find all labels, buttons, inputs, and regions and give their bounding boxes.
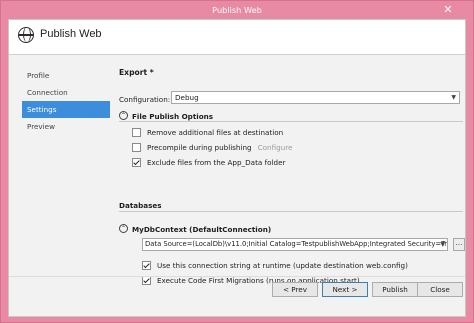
footer-divider bbox=[9, 276, 465, 277]
section-title: Export * bbox=[119, 68, 154, 77]
remove-files-label: Remove additional files at destination bbox=[147, 128, 284, 137]
close-button[interactable]: Close bbox=[417, 282, 463, 297]
file-publish-options-title: File Publish Options bbox=[132, 112, 214, 121]
db-context-title: MyDbContext (DefaultConnection) bbox=[132, 225, 272, 234]
configure-link[interactable]: Configure bbox=[258, 143, 293, 152]
prev-button[interactable]: < Prev bbox=[272, 282, 318, 297]
configuration-value: Debug bbox=[175, 93, 199, 102]
dialog-title: Publish Web bbox=[40, 28, 102, 40]
publish-web-window: Publish Web ✕ Publish Web Profile Connec… bbox=[0, 0, 474, 323]
use-connection-string-label: Use this connection string at runtime (u… bbox=[157, 261, 408, 270]
collapse-file-options-icon[interactable]: ⌃ bbox=[119, 111, 128, 120]
nav-item-connection[interactable]: Connection bbox=[22, 84, 110, 101]
exclude-app-data-checkbox[interactable] bbox=[132, 158, 141, 167]
precompile-checkbox[interactable] bbox=[132, 143, 141, 152]
connection-string-input[interactable]: Data Source=(LocalDb)\v11.0;Initial Cata… bbox=[142, 238, 448, 251]
publish-button[interactable]: Publish bbox=[372, 282, 418, 297]
close-icon: ✕ bbox=[443, 3, 453, 16]
option-row: Exclude files from the App_Data folder bbox=[132, 158, 285, 167]
window-close-button[interactable]: ✕ bbox=[431, 1, 465, 18]
option-row: Remove additional files at destination bbox=[132, 128, 283, 137]
databases-title: Databases bbox=[119, 201, 162, 210]
nav-item-profile[interactable]: Profile bbox=[22, 67, 110, 84]
option-row: Precompile during publishing Configure bbox=[132, 143, 292, 152]
configuration-select[interactable]: Debug ▼ bbox=[171, 91, 460, 104]
title-bar: Publish Web ✕ bbox=[1, 1, 473, 19]
wizard-nav: Profile Connection Settings Preview bbox=[22, 67, 110, 135]
browse-connection-button[interactable]: ... bbox=[453, 238, 465, 251]
code-first-migrations-checkbox[interactable] bbox=[142, 276, 151, 285]
nav-item-preview[interactable]: Preview bbox=[22, 118, 110, 135]
window-title: Publish Web bbox=[212, 5, 262, 15]
chevron-down-icon: ▼ bbox=[451, 94, 456, 101]
chevron-down-icon: ▼ bbox=[440, 241, 445, 248]
precompile-label: Precompile during publishing bbox=[147, 143, 252, 152]
option-row: Use this connection string at runtime (u… bbox=[142, 261, 408, 270]
dialog-client-area: Publish Web Profile Connection Settings … bbox=[8, 19, 466, 317]
remove-files-checkbox[interactable] bbox=[132, 128, 141, 137]
nav-item-settings[interactable]: Settings bbox=[22, 101, 110, 118]
globe-icon bbox=[18, 27, 34, 43]
dialog-header: Publish Web bbox=[9, 20, 465, 55]
configuration-label: Configuration: bbox=[119, 95, 171, 104]
divider bbox=[119, 121, 463, 122]
divider bbox=[119, 211, 463, 212]
next-button[interactable]: Next > bbox=[322, 282, 368, 297]
use-connection-string-checkbox[interactable] bbox=[142, 261, 151, 270]
exclude-app-data-label: Exclude files from the App_Data folder bbox=[147, 158, 286, 167]
collapse-db-context-icon[interactable]: ⌃ bbox=[119, 224, 128, 233]
connection-string-value: Data Source=(LocalDb)\v11.0;Initial Cata… bbox=[145, 240, 448, 248]
